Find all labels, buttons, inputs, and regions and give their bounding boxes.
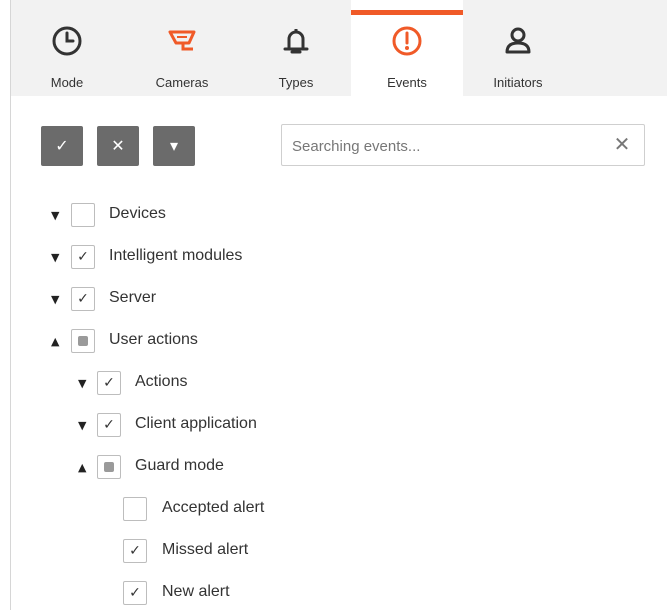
- filter-tab-bar: Mode Cameras Types Events Initiators: [11, 0, 667, 96]
- check-icon: ✓: [77, 291, 89, 307]
- tree-item-label: Client application: [135, 415, 257, 432]
- tab-initiators[interactable]: Initiators: [463, 0, 573, 96]
- tab-cameras[interactable]: Cameras: [123, 0, 241, 96]
- tree-item-label: Intelligent modules: [109, 247, 243, 264]
- collapsed-arrow-icon[interactable]: ▼: [51, 293, 65, 307]
- user-icon: [505, 27, 531, 54]
- check-icon: ✓: [129, 585, 141, 601]
- tree-item-label: New alert: [162, 583, 230, 600]
- checkbox-checked[interactable]: ✓: [71, 287, 95, 311]
- collapsed-arrow-icon[interactable]: ▼: [78, 419, 92, 433]
- checkbox-unchecked[interactable]: [123, 497, 147, 521]
- search-input[interactable]: [282, 125, 614, 167]
- tree-item-label: Accepted alert: [162, 499, 265, 516]
- camera-icon: [168, 30, 196, 51]
- expanded-arrow-icon[interactable]: ▲: [78, 461, 92, 475]
- checkbox-partial[interactable]: [97, 455, 121, 479]
- tab-initiators-label: Initiators: [493, 75, 543, 90]
- tree-item-label: Missed alert: [162, 541, 249, 558]
- tree-item-label: Devices: [109, 205, 166, 222]
- expand-options-button[interactable]: ▾: [153, 126, 195, 166]
- events-filter-panel: Mode Cameras Types Events Initiators ✓ ✕…: [10, 0, 667, 610]
- collapsed-arrow-icon[interactable]: ▼: [51, 209, 65, 223]
- check-icon: ✓: [129, 543, 141, 559]
- checkbox-checked[interactable]: ✓: [123, 539, 147, 563]
- tab-events[interactable]: Events: [351, 0, 463, 96]
- expanded-arrow-icon[interactable]: ▲: [51, 335, 65, 349]
- tree-item-label: Server: [109, 289, 157, 306]
- checkbox-unchecked[interactable]: [71, 203, 95, 227]
- alert-icon: [392, 26, 422, 56]
- check-icon: ✓: [103, 417, 115, 433]
- partial-check-icon: [78, 336, 88, 346]
- search-box: ✕: [281, 124, 645, 167]
- clock-icon: [52, 26, 82, 56]
- bell-icon: [283, 29, 309, 54]
- checkbox-checked[interactable]: ✓: [97, 413, 121, 437]
- tree-item-label: Guard mode: [135, 457, 224, 474]
- partial-check-icon: [104, 462, 114, 472]
- tab-types[interactable]: Types: [241, 0, 351, 96]
- tab-mode-label: Mode: [50, 75, 84, 90]
- check-icon: ✓: [103, 375, 115, 391]
- check-icon: ✓: [77, 249, 89, 265]
- checkbox-checked[interactable]: ✓: [71, 245, 95, 269]
- tab-events-label: Events: [387, 75, 427, 90]
- checkbox-partial[interactable]: [71, 329, 95, 353]
- tree-item-label: Actions: [135, 373, 188, 390]
- tab-types-label: Types: [278, 75, 314, 90]
- select-all-button[interactable]: ✓: [41, 126, 83, 166]
- tab-cameras-label: Cameras: [155, 75, 209, 90]
- tree-item-label: User actions: [109, 331, 198, 348]
- collapsed-arrow-icon[interactable]: ▼: [78, 377, 92, 391]
- checkbox-checked[interactable]: ✓: [97, 371, 121, 395]
- tab-mode[interactable]: Mode: [11, 0, 123, 96]
- collapsed-arrow-icon[interactable]: ▼: [51, 251, 65, 265]
- active-tab-indicator: [351, 10, 463, 15]
- clear-search-icon[interactable]: ✕: [612, 134, 632, 154]
- clear-all-button[interactable]: ✕: [97, 126, 139, 166]
- checkbox-checked[interactable]: ✓: [123, 581, 147, 605]
